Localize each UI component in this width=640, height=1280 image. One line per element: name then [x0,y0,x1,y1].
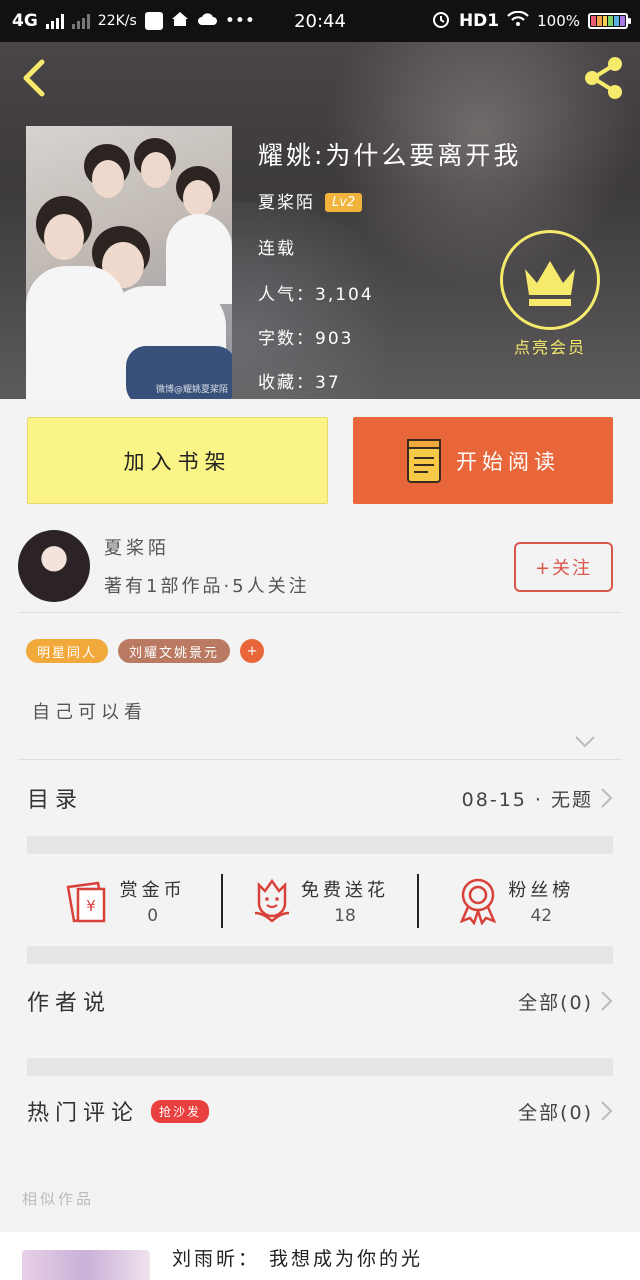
signal-icon [45,13,64,29]
vip-button[interactable] [500,230,600,330]
similar-work-cover [22,1250,150,1280]
latest-chapter: 08-15 · 无题 [461,788,593,811]
book-title: 耀姚:为什么要离开我 [258,141,522,170]
popularity-value: 3,104 [315,285,374,305]
hd-indicator: HD1 [458,11,500,31]
similar-work-title: 刘雨昕： 我想成为你的光 [172,1248,424,1270]
battery-percent: 100% [537,12,580,30]
author-level-badge: Lv2 [325,193,363,212]
reward-coins-button[interactable]: ¥ 赏金币 0 [27,856,222,946]
add-to-shelf-button[interactable]: 加入书架 [27,417,328,504]
network-type: 4G [12,11,38,31]
signal-2-icon [71,13,90,29]
author-card: 夏桨陌 著有1部作品·5人关注 +关注 [0,522,640,612]
divider [18,612,622,613]
book-header: 微博@耀姚夏桨陌 耀姚:为什么要离开我 夏桨陌 Lv2 连载 人气：3,104 字… [0,42,640,399]
start-reading-button[interactable]: 开始阅读 [353,417,613,504]
back-button[interactable] [14,56,54,100]
hot-comments-label: 热门评论 [27,1101,140,1126]
wifi-icon [507,10,529,32]
book-description: 自己可以看 [32,702,147,723]
gift-bar: ¥ 赏金币 0 免费送花 18 粉丝榜 42 [27,856,613,946]
section-band [27,836,613,854]
book-status: 连载 [258,239,296,259]
book-cover[interactable]: 微博@耀姚夏桨陌 [26,126,232,399]
red-envelope-icon: ¥ [66,881,106,923]
favorites-line: 收藏：37 [258,368,341,393]
tag-list: 明星同人 刘耀文姚景元 + [26,639,265,663]
author-line: 夏桨陌 Lv2 [258,188,363,213]
section-band [27,1058,613,1076]
avatar[interactable] [18,530,90,602]
free-flower-count: 18 [334,906,356,926]
flower-icon [254,878,290,923]
book-icon [407,438,441,483]
crown-icon [525,261,575,306]
author-stats: 著有1部作品·5人关注 [104,576,310,597]
hot-comments-title: 热门评论 抢沙发 [27,1095,210,1127]
chevron-right-icon [601,788,613,808]
vip-label[interactable]: 点亮会员 [500,334,600,358]
first-comment-badge: 抢沙发 [151,1100,210,1123]
expand-description-button[interactable] [574,734,596,753]
word-count-value: 903 [315,329,354,349]
payment-icon [144,12,163,30]
chevron-down-icon [575,736,595,748]
separator [221,874,223,928]
hot-comments-all: 全部(0) [518,1101,593,1124]
author-name[interactable]: 夏桨陌 [104,534,170,560]
author-says-row[interactable]: 作者说 全部(0) [27,975,613,1027]
separator [417,874,419,928]
share-button[interactable] [580,54,628,102]
catalog-title: 目录 [27,788,84,813]
home-icon [171,10,189,33]
free-flower-label: 免费送花 [300,880,389,901]
fan-ranking-count: 42 [530,906,553,926]
status-bar: 4G 22K/s ••• 20:44 HD1 100% [0,0,640,42]
share-icon [585,57,622,99]
popularity-label: 人气： [258,285,315,305]
chevron-right-icon [601,1101,613,1121]
book-author: 夏桨陌 [258,193,315,213]
chevron-right-icon [601,991,613,1011]
hot-comments-row[interactable]: 热门评论 抢沙发 全部(0) [27,1085,613,1137]
battery-icon [588,13,631,29]
divider [18,759,622,760]
svg-text:¥: ¥ [86,897,96,915]
reward-coins-count: 0 [147,906,159,926]
start-reading-label: 开始阅读 [456,449,560,474]
add-tag-button[interactable]: + [240,639,265,663]
free-flower-button[interactable]: 免费送花 18 [222,856,417,946]
fan-ranking-label: 粉丝榜 [508,880,575,901]
catalog-row[interactable]: 目录 08-15 · 无题 [27,772,613,824]
more-dots: ••• [224,11,255,31]
popularity-line: 人气：3,104 [258,280,374,305]
alarm-icon [431,9,451,34]
fan-ranking-button[interactable]: 粉丝榜 42 [418,856,613,946]
word-count-line: 字数：903 [258,324,353,349]
follow-button[interactable]: +关注 [514,542,613,592]
favorites-value: 37 [315,373,341,393]
word-count-label: 字数： [258,329,315,349]
similar-work-item[interactable]: 刘雨昕： 我想成为你的光 [0,1232,640,1280]
ribbon-badge-icon [460,878,497,925]
reward-coins-label: 赏金币 [119,880,186,901]
tag-star-fanfic[interactable]: 明星同人 [26,639,109,663]
tag-characters[interactable]: 刘耀文姚景元 [118,639,231,663]
favorites-label: 收藏： [258,373,315,393]
section-band [27,946,613,964]
cloud-icon [197,11,217,32]
cover-watermark: 微博@耀姚夏桨陌 [155,385,228,395]
net-speed: 22K/s [97,13,137,29]
back-arrow-icon [23,59,45,97]
author-says-title: 作者说 [27,991,112,1016]
similar-works-label: 相似作品 [22,1190,95,1208]
author-says-all: 全部(0) [518,991,593,1014]
